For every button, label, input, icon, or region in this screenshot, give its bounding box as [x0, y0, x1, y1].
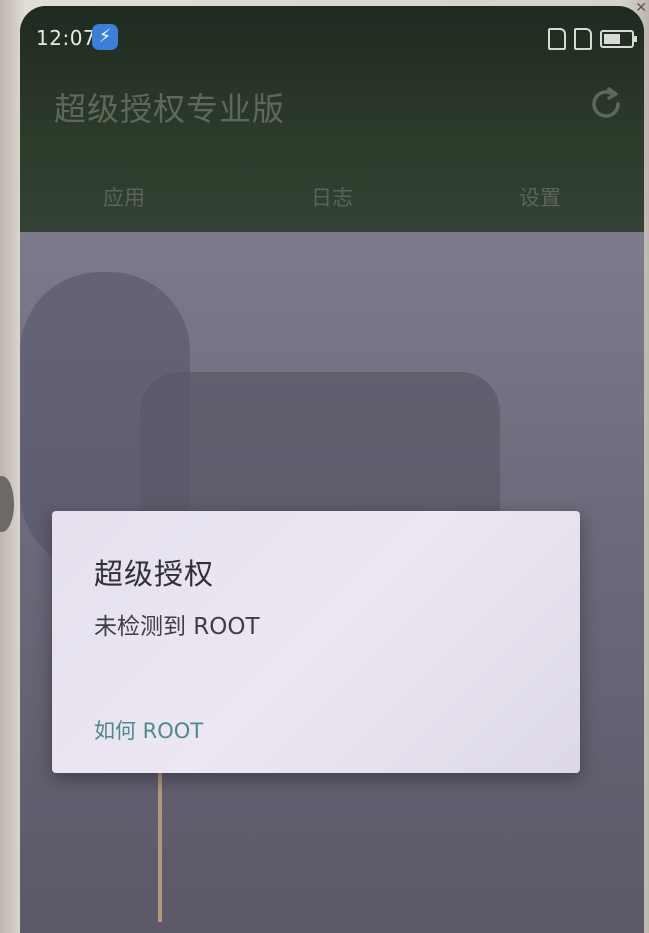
background-reflection: [158, 752, 162, 922]
app-header: 12:07 ⚡ 超级授权专业版 应用 日志 设置: [20, 6, 644, 232]
dialog-title: 超级授权: [94, 557, 215, 591]
shield-bolt-icon: ⚡: [92, 24, 118, 50]
no-root-dialog: 超级授权 未检测到 ROOT 如何 ROOT: [52, 511, 580, 773]
sim-card-icon: [548, 28, 566, 50]
refresh-icon[interactable]: [588, 86, 624, 122]
tab-logs[interactable]: 日志: [228, 174, 436, 222]
dialog-message: 未检测到 ROOT: [94, 614, 260, 640]
tab-apps[interactable]: 应用: [20, 174, 228, 222]
how-to-root-button[interactable]: 如何 ROOT: [94, 715, 203, 745]
tab-bar: 应用 日志 设置: [20, 174, 644, 222]
tab-settings[interactable]: 设置: [436, 174, 644, 222]
phone-screen: 12:07 ⚡ 超级授权专业版 应用 日志 设置: [20, 6, 644, 933]
status-indicators: [548, 28, 637, 50]
status-bar: 12:07 ⚡: [20, 24, 644, 56]
sim-card-icon: [574, 28, 592, 50]
battery-icon: [600, 30, 637, 48]
status-time: 12:07: [36, 26, 97, 50]
app-title: 超级授权专业版: [54, 90, 286, 128]
